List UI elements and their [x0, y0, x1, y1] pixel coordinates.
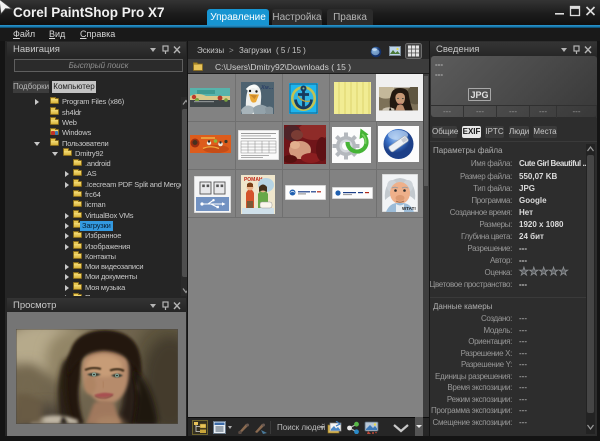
svg-text:Хм...: Хм... [260, 85, 274, 91]
svg-text:WTAT!: WTAT! [402, 206, 416, 211]
